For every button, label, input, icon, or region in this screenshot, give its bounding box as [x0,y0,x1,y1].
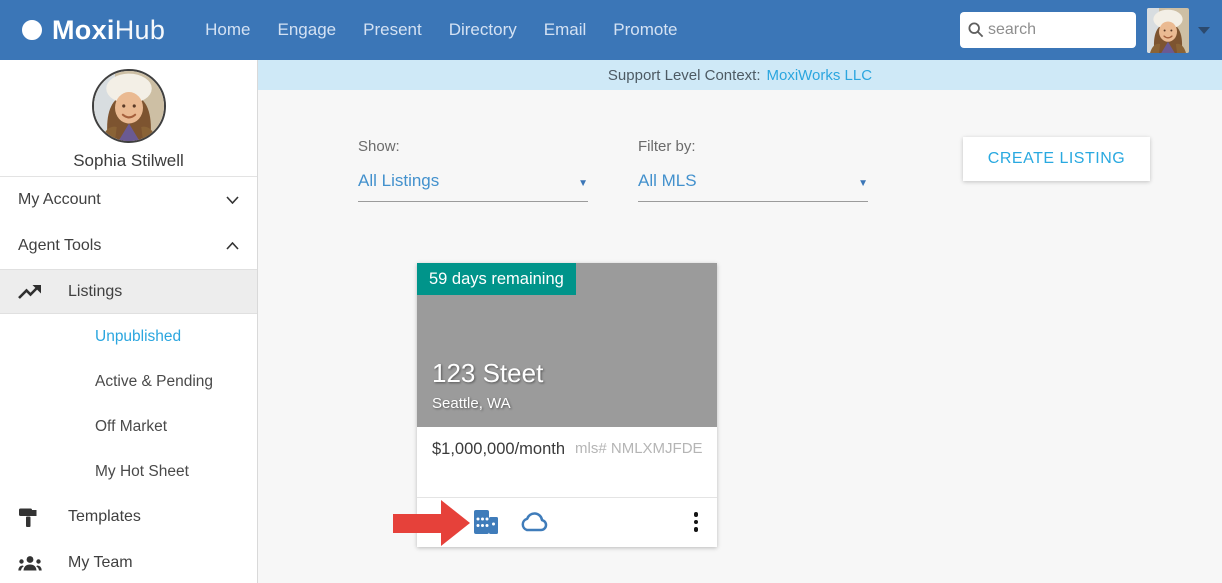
create-listing-button[interactable]: CREATE LISTING [963,137,1150,181]
sidebar-item-active-pending[interactable]: Active & Pending [0,359,257,404]
listing-photo[interactable]: 59 days remaining 123 Steet Seattle, WA [417,263,717,427]
topbar: MoxiHub Home Engage Present Directory Em… [0,0,1222,60]
support-level-context-bar: Support Level Context: MoxiWorks LLC [258,60,1222,90]
agent-tools-label: Agent Tools [18,237,101,255]
red-arrow-tail [393,514,441,533]
dropdown-caret-icon [578,171,588,191]
active-pending-label: Active & Pending [95,373,213,391]
listings-label: Listings [68,283,122,301]
body-row: Sophia Stilwell My Account Agent Tools [0,60,1222,583]
sidebar: Sophia Stilwell My Account Agent Tools [0,60,258,583]
trending-up-icon [18,284,68,300]
moxihub-logo-text: MoxiHub [52,15,165,46]
my-account-label: My Account [18,191,101,209]
listing-price: $1,000,000/month [432,440,565,459]
sidebar-item-my-team[interactable]: My Team [0,540,257,583]
moxihub-logo-icon [22,20,42,40]
templates-label: Templates [68,508,141,526]
chevron-down-icon [226,191,239,209]
user-avatar[interactable] [1147,8,1189,53]
logo-text-bold: Moxi [52,15,115,45]
nav-item-email[interactable]: Email [544,20,587,40]
sidebar-item-agent-tools[interactable]: Agent Tools [0,223,257,269]
search-input[interactable] [960,12,1136,48]
listing-address: 123 Steet [432,358,543,389]
dropdown-caret-icon [858,171,868,191]
logo-text-light: Hub [115,15,165,45]
moxihub-logo[interactable]: MoxiHub [22,15,165,46]
filter-select-group: Filter by: All MLS [638,138,868,202]
nav-item-promote[interactable]: Promote [613,20,677,40]
profile-avatar[interactable] [92,69,166,143]
support-level-context-label: Support Level Context: [608,67,761,84]
building-icon[interactable] [473,510,499,534]
paint-roller-icon [18,506,68,528]
sidebar-item-my-account[interactable]: My Account [0,177,257,223]
nav-item-present[interactable]: Present [363,20,422,40]
sidebar-item-my-hot-sheet[interactable]: My Hot Sheet [0,449,257,494]
mls-filter-select[interactable]: All MLS [638,171,868,202]
nav-item-engage[interactable]: Engage [278,20,337,40]
listing-city: Seattle, WA [432,395,511,412]
mls-filter-value: All MLS [638,171,697,191]
red-arrow-head [441,500,470,546]
sidebar-item-templates[interactable]: Templates [0,494,257,540]
main-content: Support Level Context: MoxiWorks LLC Sho… [258,60,1222,583]
nav-item-directory[interactable]: Directory [449,20,517,40]
sidebar-item-off-market[interactable]: Off Market [0,404,257,449]
filter-by-label: Filter by: [638,138,868,155]
my-team-label: My Team [68,554,133,572]
unpublished-label: Unpublished [95,328,181,346]
sidebar-profile: Sophia Stilwell [0,60,257,176]
app-root: MoxiHub Home Engage Present Directory Em… [0,0,1222,583]
show-select-group: Show: All Listings [358,138,588,202]
cloud-icon[interactable] [518,511,552,533]
kebab-menu-icon[interactable] [690,510,703,534]
sidebar-item-unpublished[interactable]: Unpublished [0,314,257,359]
chevron-up-icon [226,237,239,255]
off-market-label: Off Market [95,418,167,436]
listing-mls-number: mls# NMLXMJFDEW... [575,440,702,457]
show-label: Show: [358,138,588,155]
listing-info-row: $1,000,000/month mls# NMLXMJFDEW... [417,427,717,498]
search-box [960,12,1136,48]
my-hot-sheet-label: My Hot Sheet [95,463,189,481]
profile-name: Sophia Stilwell [0,151,257,171]
show-select-value: All Listings [358,171,439,191]
moxiworks-llc-link[interactable]: MoxiWorks LLC [767,67,873,84]
days-remaining-badge: 59 days remaining [417,263,576,295]
team-icon [18,555,68,571]
caret-down-icon[interactable] [1198,27,1210,34]
red-arrow-annotation [393,500,470,546]
nav-item-home[interactable]: Home [205,20,250,40]
sidebar-item-listings[interactable]: Listings [0,269,257,314]
show-select[interactable]: All Listings [358,171,588,202]
main-nav: Home Engage Present Directory Email Prom… [205,20,677,40]
